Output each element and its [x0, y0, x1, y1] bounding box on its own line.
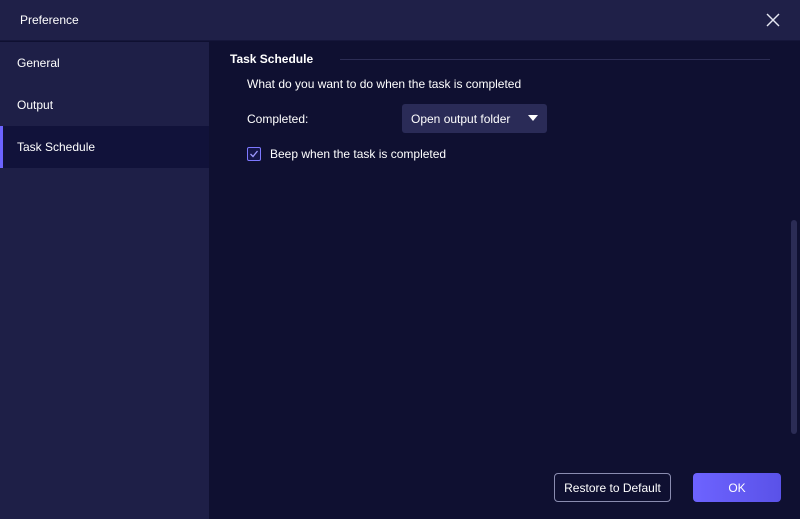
section-divider [340, 59, 770, 60]
restore-default-button[interactable]: Restore to Default [554, 473, 671, 502]
window-title: Preference [20, 13, 79, 27]
scrollbar[interactable] [790, 42, 800, 519]
sidebar-item-task-schedule[interactable]: Task Schedule [0, 126, 209, 168]
beep-checkbox[interactable] [247, 147, 261, 161]
ok-button[interactable]: OK [693, 473, 781, 502]
sidebar-item-label: Task Schedule [17, 140, 96, 154]
sidebar-item-output[interactable]: Output [0, 84, 209, 126]
scrollbar-thumb[interactable] [791, 220, 797, 434]
main-content: Task Schedule What do you want to do whe… [209, 42, 800, 519]
sidebar-item-label: General [17, 56, 60, 70]
beep-option[interactable]: Beep when the task is completed [247, 146, 446, 162]
sidebar: General Output Task Schedule [0, 42, 209, 519]
checkmark-icon [250, 150, 259, 158]
sidebar-item-general[interactable]: General [0, 42, 209, 84]
beep-checkbox-label: Beep when the task is completed [270, 147, 447, 161]
close-button[interactable] [764, 11, 782, 29]
task-question-text: What do you want to do when the task is … [247, 77, 522, 91]
completed-label: Completed: [247, 112, 309, 126]
section-title: Task Schedule [230, 52, 314, 66]
completed-action-dropdown[interactable]: Open output folder [402, 104, 547, 133]
caret-down-icon [528, 115, 538, 121]
title-bar: Preference [0, 0, 800, 41]
dropdown-selected-value: Open output folder [411, 112, 511, 126]
section-header: Task Schedule [230, 52, 770, 66]
sidebar-item-label: Output [17, 98, 54, 112]
close-icon [766, 13, 780, 27]
